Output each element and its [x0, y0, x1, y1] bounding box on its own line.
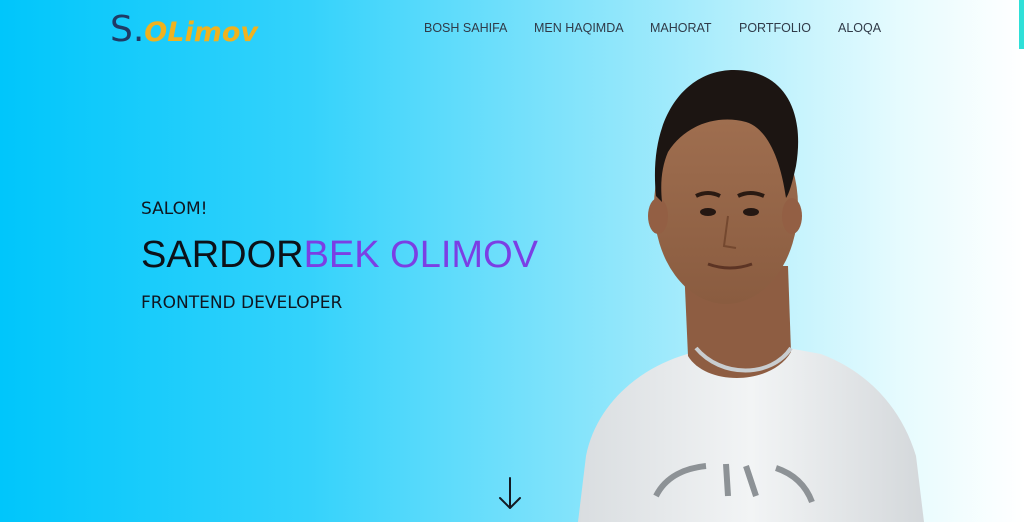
nav-link-mahorat[interactable]: MAHORAT: [650, 20, 712, 36]
hero-name: SARDORBEK OLIMOV: [141, 234, 538, 276]
profile-photo: [578, 70, 924, 522]
logo-initial: S.: [110, 9, 145, 50]
logo[interactable]: S. OLimov: [110, 10, 258, 50]
arrow-down-icon[interactable]: [496, 474, 524, 514]
hero-section: SALOM! SARDORBEK OLIMOV FRONTEND DEVELOP…: [141, 198, 538, 313]
hero-role: FRONTEND DEVELOPER: [141, 293, 343, 313]
nav-link-aloqa[interactable]: ALOQA: [838, 20, 881, 36]
nav-link-bosh-sahifa[interactable]: BOSH SAHIFA: [424, 20, 507, 36]
hero-name-first: SARDOR: [141, 234, 304, 276]
photo-ear-right: [782, 198, 802, 234]
photo-ear-left: [648, 198, 668, 234]
logo-name: OLimov: [144, 17, 258, 48]
nav-link-portfolio[interactable]: PORTFOLIO: [739, 20, 811, 36]
hero-greeting: SALOM!: [141, 199, 208, 219]
scrollbar-accent: [1019, 0, 1024, 49]
hero-name-rest: BEK OLIMOV: [303, 234, 538, 276]
nav-link-men-haqimda[interactable]: MEN HAQIMDA: [534, 20, 624, 36]
